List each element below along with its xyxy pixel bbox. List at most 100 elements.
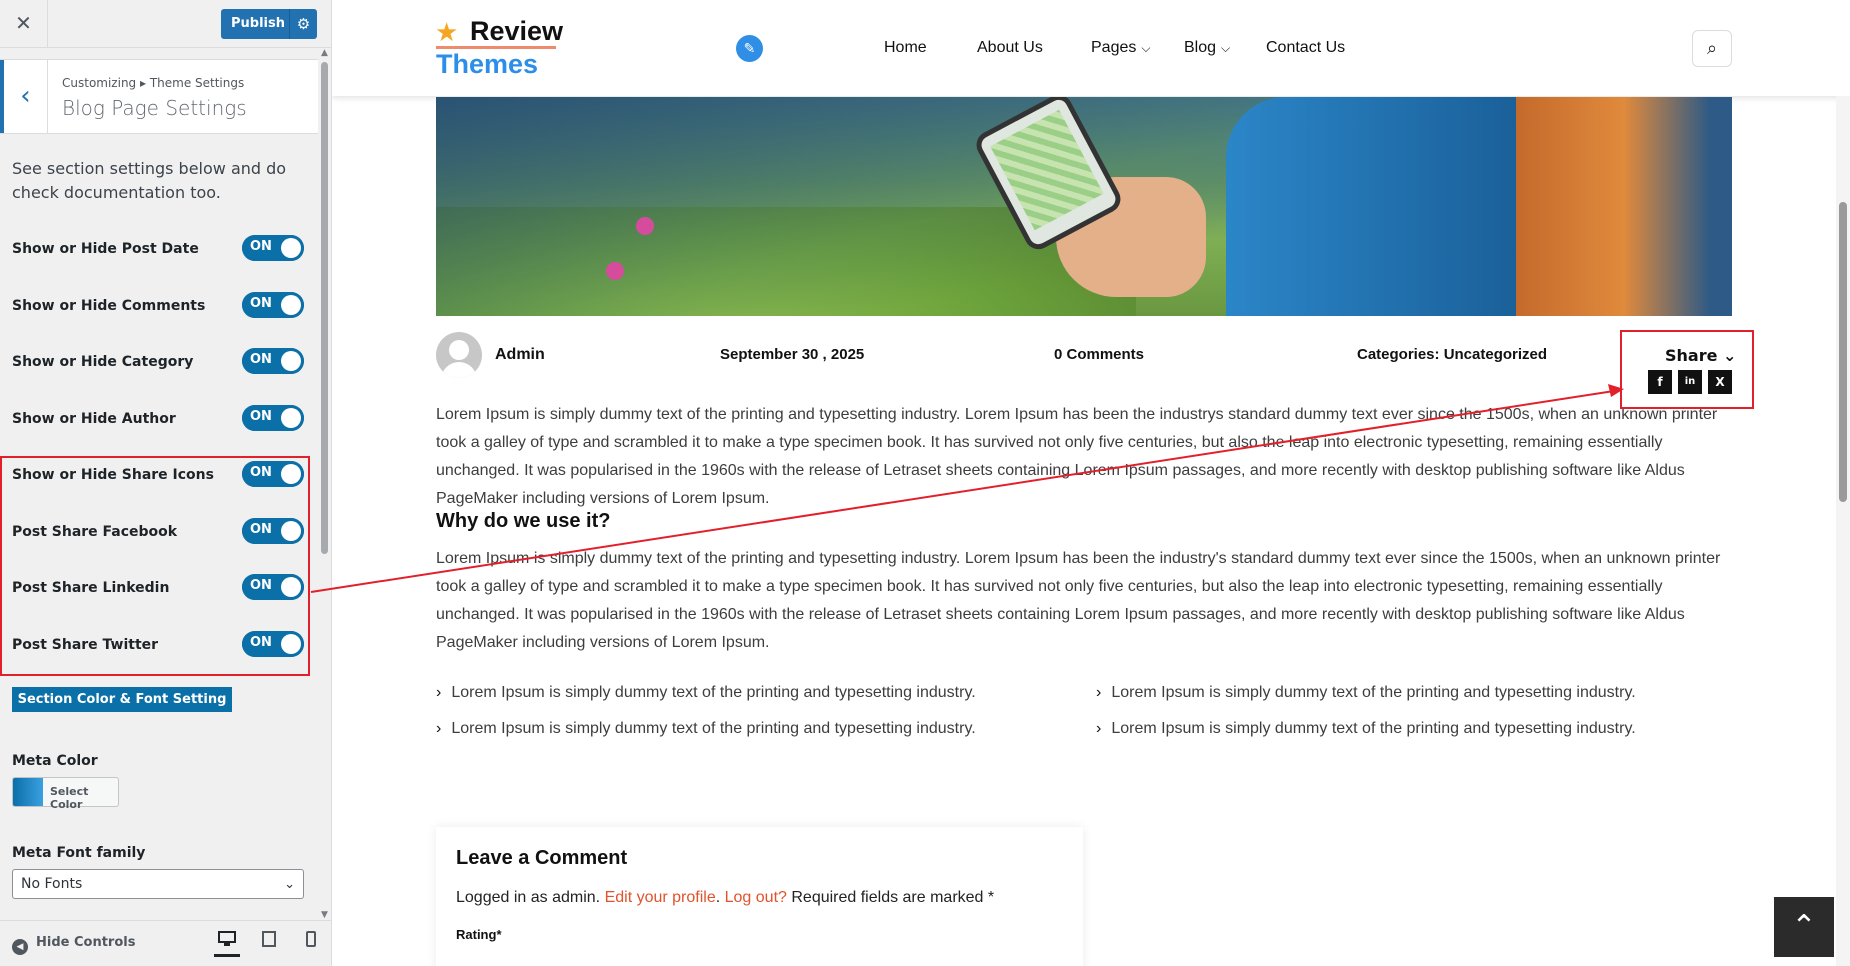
collapse-icon: ◀ bbox=[12, 939, 28, 955]
edit-profile-link[interactable]: Edit your profile bbox=[605, 889, 716, 906]
gear-icon[interactable]: ⚙ bbox=[289, 9, 317, 39]
scroll-to-top-icon[interactable]: ⌃ bbox=[1774, 897, 1834, 957]
avatar-body bbox=[441, 362, 477, 378]
nav-blog-label: Blog bbox=[1184, 39, 1217, 56]
color-swatch bbox=[13, 778, 43, 806]
toggle-switch[interactable]: ON bbox=[242, 405, 304, 431]
toggle-row-author: Show or Hide Author ON bbox=[12, 405, 308, 433]
toggle-row-category: Show or Hide Category ON bbox=[12, 348, 308, 376]
sidebar-header: ✕ Publish ⚙ bbox=[0, 0, 331, 48]
comment-title: Leave a Comment bbox=[456, 847, 628, 869]
post-comments[interactable]: 0 Comments bbox=[1054, 346, 1144, 363]
sidebar-scrollbar[interactable]: ▲ ▼ bbox=[318, 48, 331, 920]
chevron-right-icon: › bbox=[1096, 720, 1102, 737]
required-fields-text: Required fields are marked * bbox=[791, 889, 995, 906]
site-header: ★ Review Themes ✎ Home About Us Pages ⌵ B… bbox=[332, 0, 1850, 96]
hero-jacket bbox=[1226, 97, 1526, 316]
logo-text-review[interactable]: Review bbox=[470, 16, 563, 47]
toggle-label: Post Share Twitter bbox=[12, 637, 159, 653]
toggle-row-share-facebook: Post Share Facebook ON bbox=[12, 518, 308, 546]
toggle-state: ON bbox=[250, 409, 272, 424]
preview-scrollbar[interactable] bbox=[1836, 96, 1850, 966]
nav-pages[interactable]: Pages ⌵ bbox=[1091, 39, 1150, 57]
scrollbar-thumb[interactable] bbox=[1839, 202, 1847, 502]
toggle-knob bbox=[281, 408, 301, 428]
logout-link[interactable]: Log out? bbox=[725, 889, 787, 906]
toggle-row-comments: Show or Hide Comments ON bbox=[12, 292, 308, 320]
featured-image bbox=[436, 97, 1732, 316]
mobile-preview-icon[interactable] bbox=[298, 931, 324, 957]
facebook-icon[interactable]: f bbox=[1648, 370, 1672, 394]
toggle-state: ON bbox=[250, 578, 272, 593]
toggle-switch[interactable]: ON bbox=[242, 631, 304, 657]
post-date[interactable]: September 30 , 2025 bbox=[720, 346, 864, 363]
toggle-label: Show or Hide Author bbox=[12, 411, 176, 427]
scrollbar-thumb[interactable] bbox=[321, 62, 328, 554]
section-color-font-button[interactable]: Section Color & Font Setting bbox=[12, 687, 232, 712]
tablet-preview-icon[interactable] bbox=[256, 931, 282, 957]
toggle-switch[interactable]: ON bbox=[242, 518, 304, 544]
toggle-label: Post Share Linkedin bbox=[12, 580, 170, 596]
toggle-label: Show or Hide Post Date bbox=[12, 241, 199, 257]
meta-font-value: No Fonts bbox=[21, 876, 83, 892]
toggle-state: ON bbox=[250, 239, 272, 254]
nav-pages-label: Pages bbox=[1091, 39, 1137, 56]
scroll-down-icon[interactable]: ▼ bbox=[321, 910, 328, 920]
list-item-text: Lorem Ipsum is simply dummy text of the … bbox=[451, 684, 976, 701]
nav-contact-us[interactable]: Contact Us bbox=[1266, 39, 1345, 57]
logo-text-themes[interactable]: Themes bbox=[436, 49, 538, 80]
toggle-label: Show or Hide Comments bbox=[12, 298, 206, 314]
list-item: › Lorem Ipsum is simply dummy text of the… bbox=[436, 720, 976, 738]
post-paragraph-1: Lorem Ipsum is simply dummy text of the … bbox=[436, 406, 1718, 507]
section-description: See section settings below and do check … bbox=[12, 159, 287, 202]
nav-blog[interactable]: Blog ⌵ bbox=[1184, 39, 1230, 57]
linkedin-icon[interactable]: in bbox=[1678, 370, 1702, 394]
sidebar-footer: ◀ Hide Controls bbox=[0, 920, 331, 966]
toggle-row-share-twitter: Post Share Twitter ON bbox=[12, 631, 308, 659]
close-icon[interactable]: ✕ bbox=[0, 0, 48, 47]
list-item-text: Lorem Ipsum is simply dummy text of the … bbox=[1111, 684, 1636, 701]
toggle-label: Show or Hide Category bbox=[12, 354, 194, 370]
scroll-up-icon[interactable]: ▲ bbox=[321, 48, 328, 58]
avatar bbox=[436, 332, 482, 378]
toggle-state: ON bbox=[250, 296, 272, 311]
desktop-preview-icon[interactable] bbox=[214, 931, 240, 957]
hero-backpack bbox=[1516, 97, 1732, 316]
chevron-down-icon: ⌵ bbox=[1221, 41, 1231, 55]
edit-pencil-icon[interactable]: ✎ bbox=[736, 35, 763, 62]
post-categories[interactable]: Categories: Uncategorized bbox=[1357, 346, 1547, 363]
nav-about-us[interactable]: About Us bbox=[977, 39, 1043, 57]
search-icon[interactable]: ⌕ bbox=[1692, 30, 1732, 67]
hero-flower bbox=[636, 217, 654, 235]
toggle-switch[interactable]: ON bbox=[242, 348, 304, 374]
toggle-knob bbox=[281, 521, 301, 541]
share-label: Share bbox=[1665, 346, 1718, 365]
post-heading: Why do we use it? bbox=[436, 510, 611, 532]
toggle-switch[interactable]: ON bbox=[242, 292, 304, 318]
toggle-label: Post Share Facebook bbox=[12, 524, 178, 540]
meta-font-label: Meta Font family bbox=[12, 845, 146, 861]
nav-home[interactable]: Home bbox=[884, 39, 927, 57]
x-twitter-icon[interactable]: X bbox=[1708, 370, 1732, 394]
toggle-knob bbox=[281, 295, 301, 315]
logged-in-line: Logged in as admin. Edit your profile. L… bbox=[456, 889, 995, 906]
toggle-switch[interactable]: ON bbox=[242, 574, 304, 600]
share-toggle[interactable]: Share ⌄ bbox=[1665, 346, 1736, 365]
toggle-switch[interactable]: ON bbox=[242, 235, 304, 261]
meta-font-select[interactable]: No Fonts ⌄ bbox=[12, 869, 304, 899]
post-author[interactable]: Admin bbox=[495, 346, 545, 364]
hide-controls-button[interactable]: ◀ Hide Controls bbox=[12, 935, 135, 955]
publish-button[interactable]: Publish ⚙ bbox=[221, 9, 317, 39]
toggle-switch[interactable]: ON bbox=[242, 461, 304, 487]
toggle-knob bbox=[281, 351, 301, 371]
select-color-button[interactable]: Select Color bbox=[12, 777, 119, 811]
chevron-right-icon: › bbox=[436, 684, 442, 701]
toggle-knob bbox=[281, 238, 301, 258]
customizer-sidebar: ✕ Publish ⚙ ‹ Customizing ▸ Theme Settin… bbox=[0, 0, 332, 966]
hero-flower bbox=[606, 262, 624, 280]
chevron-down-icon: ⌄ bbox=[284, 877, 295, 892]
hide-controls-label: Hide Controls bbox=[36, 935, 136, 950]
customizer-app: ✕ Publish ⚙ ‹ Customizing ▸ Theme Settin… bbox=[0, 0, 1850, 966]
select-color-label: Select Color bbox=[50, 785, 89, 811]
back-arrow-icon[interactable]: ‹ bbox=[0, 60, 48, 133]
